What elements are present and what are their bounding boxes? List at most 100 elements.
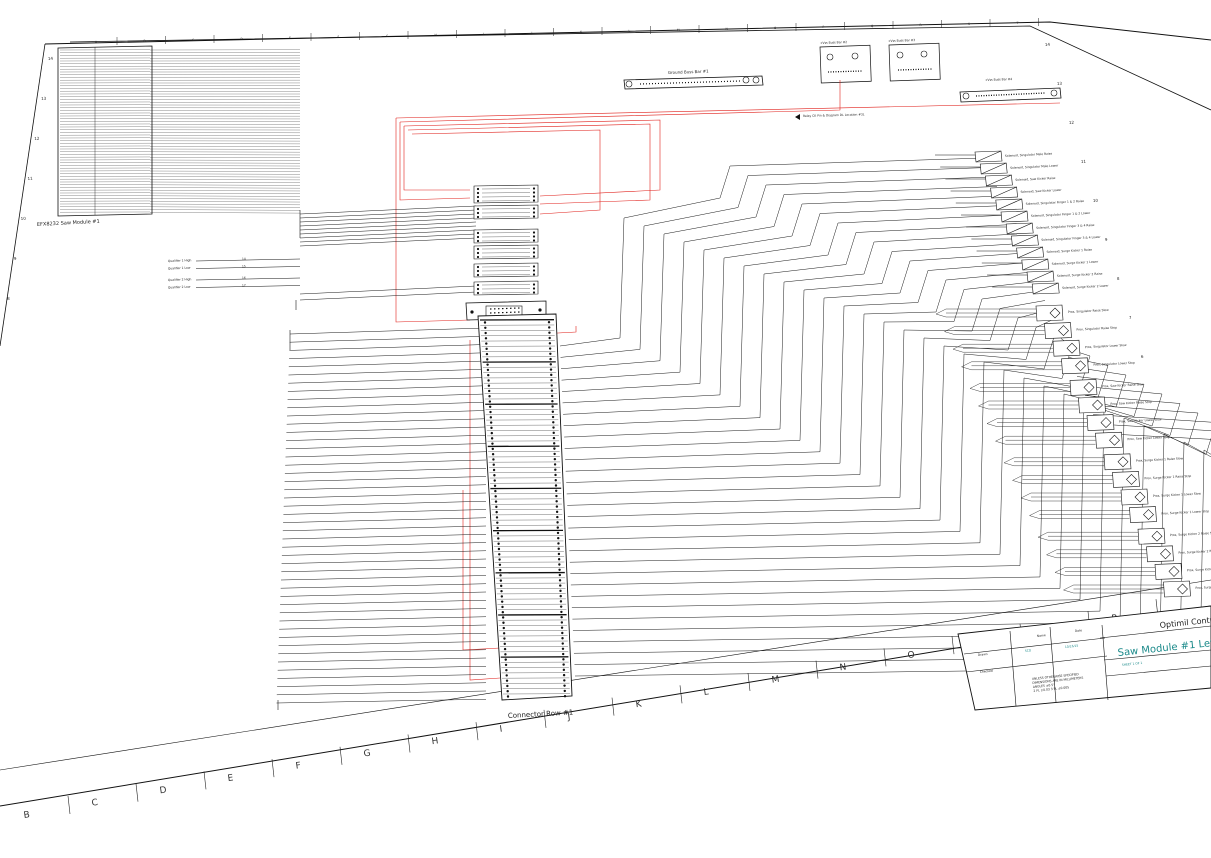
prox-label: Prox, Saw Kicker Lower Slow [1119,417,1162,423]
qualifier-label: Qualifier 2 Low [168,285,191,290]
left-rail-wires [277,206,487,703]
prox-item: Prox, Surge Kicker 2 Raise Slow [1038,528,1211,544]
zone-label-bottom: C [91,798,99,809]
prox-item: Prox, Singulator Raise Stop [945,323,1118,339]
zone-label-right: 8 [1117,276,1120,281]
prox-label: Prox, Singulator Lower Stop [1093,361,1135,367]
solenoid-item: Solenoid, Surge Kicker 1 Raise [977,247,1093,258]
zone-label-right: 9 [1105,237,1108,242]
plus-buss-label-3: +Vss Buss Bar #3 [888,38,915,43]
prox-item: Prox, Singulator Lower Stop [962,358,1136,374]
zone-label-left: 8 [7,296,10,301]
zone-label-left: 14 [48,56,54,61]
solenoid-item: Solenoid, Surge Kicker 2 Raise [987,271,1103,282]
prox-label: Prox, Singulator Lower Slow [1085,343,1127,349]
zone-label-top: P [822,25,824,29]
zone-label-bottom: N [839,663,847,674]
zone-label-right: 11 [1081,159,1087,164]
zone-label-bottom: D [159,785,167,796]
prox-item: Prox, Surge Kicker 1 Raise Stop [1013,471,1192,487]
tb-date-header: Date [1075,628,1083,633]
prox-item: Prox, Surge Kicker 1 Raise Slow [1004,454,1184,470]
zone-label-bottom: K [635,699,643,710]
prox-label: Prox, Surge Kicker 1 Lower Slow [1153,491,1202,498]
prox-label: Prox, Surge Kicker 1 Lower Stop [1161,509,1209,515]
qualifier-pin: 17 [242,283,246,287]
zone-label-right: 10 [1093,198,1099,203]
zone-label-right: 12 [1069,120,1075,125]
prox-label: Prox, Surge Kicker 1 Raise Stop [1144,474,1191,480]
zone-label-bottom: G [363,749,371,760]
solenoid-item: Solenoid, Singulator Male Raise [935,151,1052,162]
relay-note: Relay Ctl Pin & Diagram DL Location #3L [803,112,865,118]
prox-label: Prox, Saw Kicker Raise Stop [1110,400,1152,406]
prox-item: Prox, Saw Kicker Raise Slow [970,379,1144,395]
zone-tick [204,771,206,789]
qualifier-label: Qualifier 1 High [168,258,192,263]
schematic-sheet: ABCDEFGHIJKLMNOPQRST BCDEFGHIJKLMNOPQR 1… [0,0,1211,854]
zone-tick [816,661,818,679]
prox-item: Prox, Saw Kicker Lower Slow [987,415,1162,431]
qualifier-label: Qualifier 2 High [168,277,192,282]
prox-item: Prox, Surge Kicker 2 Lower Stop [1064,581,1211,597]
zone-label-top: E [289,36,291,40]
ground-buss-label: Ground Buss Bar #1 [668,69,709,75]
zone-label-left: 11 [27,176,33,181]
zone-label-bottom: F [295,761,302,772]
zone-label-bottom: H [431,736,439,747]
solenoid-label: Solenoid, Saw Kicker Lower [1020,188,1062,194]
prox-label: Prox, Surge Kicker 2 Lower Slow [1187,566,1211,573]
solenoid-label: Solenoid, Singulator Finger 3 & 4 Lower [1041,235,1101,242]
zone-label-right: 7 [1129,315,1132,320]
module-label: EFX8232 Saw Module #1 [37,219,100,228]
plus-buss-bar-4: +Vss Buss Bar #4 [960,77,1061,102]
prox-label: Prox, Surge Kicker 2 Lower Stop [1195,583,1211,589]
plus-buss-label-2: +Vss Buss Bar #2 [820,40,847,45]
module-terminal-block [58,46,300,216]
plus-buss-bar-2: +Vss Buss Bar #2 [820,40,871,83]
prox-label: Prox, Saw Kicker Raise Slow [1102,382,1144,388]
relay-arrow-icon [795,114,800,120]
prox-label: Prox, Singulator Raise Slow [1068,308,1109,314]
prox-item: Prox, Surge Kicker 2 Raise Stop [1047,546,1211,562]
solenoid-label: Solenoid, Surge Kicker 2 Raise [1057,272,1103,278]
tb-drawn-name: SCD [1025,648,1032,653]
prox-item: Prox, Surge Kicker 2 Lower Slow [1055,563,1211,579]
upper-connectors [474,185,538,295]
solenoid-label: Solenoid, Saw Kicker Raise [1015,176,1055,182]
zone-tick [408,735,410,753]
zone-label-top: C [192,38,194,42]
ground-buss-bar: Ground Buss Bar #1 [624,69,763,89]
zone-tick [136,784,138,802]
zone-label-top: J [530,31,532,35]
schematic-drawing: ABCDEFGHIJKLMNOPQRST BCDEFGHIJKLMNOPQR 1… [0,0,1211,854]
qualifier-pin: 15 [242,264,246,268]
zone-label-top: S [968,22,970,26]
prox-label: Prox, Surge Kicker 2 Raise Slow [1170,531,1211,537]
zone-label-top: I [483,32,484,36]
zone-label-top: A [95,40,98,44]
solenoid-item: Solenoid, Singulator Finger 1 & 2 Raise [956,199,1085,210]
zone-label-bottom: O [907,650,915,661]
zone-label-bottom: E [227,773,234,784]
prox-label: Prox, Surge Kicker 1 Raise Slow [1136,456,1184,462]
zone-tick [952,636,954,654]
prox-item: Prox, Singulator Lower Slow [953,340,1127,356]
prox-label: Prox, Singulator Raise Stop [1076,325,1117,331]
zone-label-right: 14 [1045,42,1051,47]
solenoid-label: Solenoid, Singulator Finger 1 & 2 Raise [1026,199,1085,206]
solenoid-list: Solenoid, Singulator Male Raise Solenoid,… [935,151,1109,294]
solenoid-item: Solenoid, Singulator Finger 3 & 4 Raise [966,223,1095,234]
qualifier-pin: 14 [242,257,246,261]
zone-label-top: B [143,39,145,43]
solenoid-label: Solenoid, Singulator Finger 1 & 2 Lower [1031,211,1091,218]
zone-label-left: 12 [34,136,40,141]
title-block: Name Date Drawn Checked SCD 10/16/15 Opt… [958,606,1211,710]
zone-label-top: H [434,33,436,37]
connector-row-label: Connector Row #1 [508,709,574,720]
left-rail-boundary [278,210,300,710]
solenoid-item: Solenoid, Singulator Finger 3 & 4 Lower [971,235,1101,246]
qualifier-signals: Qualifier 1 High14Qualifier 1 Low15Quali… [168,257,300,290]
zone-tick [476,722,478,740]
solenoid-item: Solenoid, Saw Kicker Lower [951,187,1063,198]
